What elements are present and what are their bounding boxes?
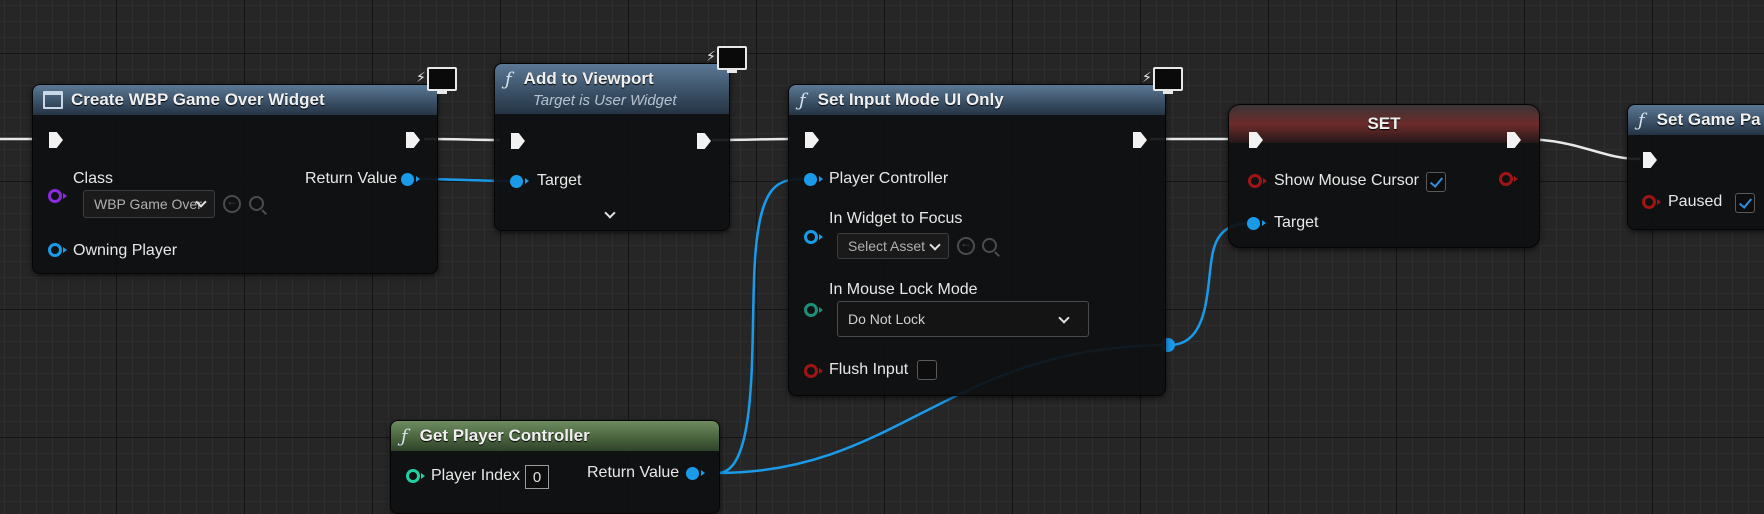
chevron-down-icon: [1058, 312, 1070, 324]
set-variable-node[interactable]: SET Show Mouse Cursor Target: [1228, 104, 1540, 248]
target-label: Target: [537, 172, 582, 189]
target-pin[interactable]: [510, 175, 529, 188]
add-to-viewport-subtitle: Target is User Widget: [533, 92, 677, 109]
target-label: Target: [1274, 214, 1319, 231]
return-value-pin[interactable]: [401, 173, 420, 186]
monitor-icon: [1153, 67, 1183, 94]
create-widget-header[interactable]: Create WBP Game Over Widget: [33, 85, 437, 115]
set-input-mode-node[interactable]: ƒ Set Input Mode UI Only ⚡ Player Contro…: [788, 67, 1183, 396]
set-game-paused-title: Set Game Pa: [1656, 110, 1761, 129]
exec-out-pin[interactable]: [697, 133, 711, 149]
paused-label: Paused: [1668, 193, 1723, 210]
exec-in-pin[interactable]: [1643, 152, 1657, 168]
owning-player-pin[interactable]: [48, 243, 67, 257]
widget-class-icon: [43, 91, 63, 109]
set-game-paused-header[interactable]: ƒ Set Game Pa: [1628, 105, 1764, 135]
show-cursor-out-pin[interactable]: [1499, 172, 1518, 186]
set-game-paused-node[interactable]: ƒ Set Game Pa Paused: [1627, 104, 1764, 230]
search-icon[interactable]: [249, 196, 264, 211]
widget-focus-dropdown[interactable]: Select Asset: [837, 233, 949, 259]
exec-out-pin[interactable]: [1133, 132, 1147, 148]
get-player-controller-node[interactable]: ƒ Get Player Controller Player Index 0 R…: [390, 420, 720, 514]
exec-in-pin[interactable]: [49, 132, 63, 148]
widget-focus-value: Select Asset: [848, 238, 926, 254]
flush-input-pin[interactable]: [804, 364, 823, 378]
create-widget-node[interactable]: Create WBP Game Over Widget ⚡ Class WBP …: [32, 67, 457, 274]
function-icon: ƒ: [799, 89, 806, 111]
chevron-down-icon: [929, 239, 941, 251]
player-index-pin[interactable]: [406, 469, 425, 483]
monitor-icon: [717, 46, 747, 73]
class-dropdown-value: WBP Game Over: [94, 196, 202, 212]
flush-input-checkbox[interactable]: [917, 360, 937, 380]
function-icon: ƒ: [505, 69, 512, 90]
show-cursor-label: Show Mouse Cursor: [1274, 172, 1419, 189]
lightning-icon: ⚡: [706, 48, 716, 64]
browse-back-icon[interactable]: [957, 236, 975, 255]
exec-in-pin[interactable]: [511, 133, 525, 149]
widget-focus-label: In Widget to Focus: [829, 210, 963, 227]
mouse-lock-dropdown[interactable]: Do Not Lock: [837, 301, 1089, 337]
set-variable-title: SET: [1367, 114, 1401, 133]
player-index-input[interactable]: 0: [525, 465, 549, 489]
widget-focus-pin[interactable]: [804, 230, 823, 244]
function-icon: ƒ: [1638, 109, 1645, 131]
return-value-label: Return Value: [305, 170, 398, 187]
browse-back-icon[interactable]: [223, 194, 241, 213]
paused-checkbox[interactable]: [1735, 193, 1755, 213]
exec-out-pin[interactable]: [406, 132, 420, 148]
get-player-controller-header[interactable]: ƒ Get Player Controller: [391, 421, 719, 451]
lightning-icon: ⚡: [416, 69, 426, 85]
target-pin[interactable]: [1247, 217, 1266, 230]
return-value-label: Return Value: [587, 464, 680, 481]
monitor-icon: [427, 67, 457, 94]
create-widget-title: Create WBP Game Over Widget: [71, 90, 325, 109]
class-label: Class: [73, 170, 114, 187]
player-controller-label: Player Controller: [829, 170, 949, 187]
mouse-lock-pin[interactable]: [804, 303, 823, 317]
mouse-lock-label: In Mouse Lock Mode: [829, 281, 978, 298]
set-variable-header[interactable]: SET: [1229, 105, 1539, 143]
lightning-icon: ⚡: [1142, 69, 1152, 85]
class-pin[interactable]: [48, 189, 67, 203]
show-cursor-pin[interactable]: [1248, 174, 1267, 188]
search-icon[interactable]: [982, 238, 997, 253]
show-cursor-checkbox[interactable]: [1426, 172, 1446, 192]
class-dropdown[interactable]: WBP Game Over: [83, 190, 215, 218]
player-index-label: Player Index: [431, 467, 520, 484]
paused-pin[interactable]: [1642, 195, 1661, 209]
function-icon: ƒ: [401, 425, 408, 447]
exec-in-pin[interactable]: [805, 132, 819, 148]
add-to-viewport-node[interactable]: ƒ Add to Viewport Target is User Widget …: [494, 46, 747, 231]
flush-input-label: Flush Input: [829, 361, 909, 378]
set-input-mode-title: Set Input Mode UI Only: [817, 90, 1004, 109]
set-input-mode-header[interactable]: ƒ Set Input Mode UI Only: [789, 85, 1165, 115]
add-to-viewport-title: Add to Viewport: [523, 69, 654, 88]
return-value-pin[interactable]: [686, 467, 705, 480]
mouse-lock-value: Do Not Lock: [848, 311, 926, 327]
player-controller-pin[interactable]: [804, 173, 823, 186]
get-player-controller-title: Get Player Controller: [419, 426, 590, 445]
owning-player-label: Owning Player: [73, 242, 178, 259]
expand-chevron-icon[interactable]: [604, 207, 616, 219]
